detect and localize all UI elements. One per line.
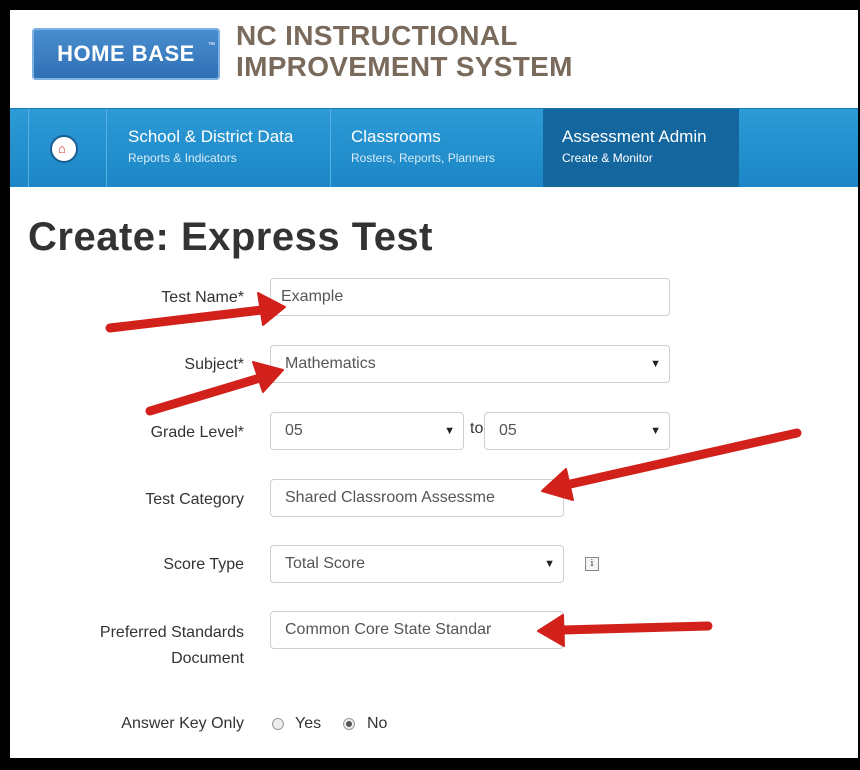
home-icon: ⌂ bbox=[58, 141, 66, 156]
nav-item-title: School & District Data bbox=[128, 127, 294, 146]
nav-item-title: Classrooms bbox=[351, 127, 441, 146]
page-title: Create: Express Test bbox=[28, 215, 433, 259]
standards-document-field[interactable]: Common Core State Standar bbox=[270, 611, 564, 649]
system-title: NC INSTRUCTIONAL IMPROVEMENT SYSTEM bbox=[236, 20, 573, 82]
subject-label: Subject* bbox=[184, 356, 244, 373]
test-name-input[interactable]: Example bbox=[270, 278, 670, 316]
score-type-value: Total Score bbox=[285, 555, 366, 572]
nav-item-classrooms[interactable]: Classrooms Rosters, Reports, Planners bbox=[351, 127, 495, 166]
system-title-line2: IMPROVEMENT SYSTEM bbox=[236, 51, 573, 82]
nav-item-subtitle: Rosters, Reports, Planners bbox=[351, 151, 496, 165]
dropdown-caret-icon: ▼ bbox=[544, 558, 555, 570]
subject-value: Mathematics bbox=[285, 355, 376, 372]
grade-to-value: 05 bbox=[499, 422, 517, 439]
nav-item-subtitle: Create & Monitor bbox=[562, 151, 653, 165]
grade-from-value: 05 bbox=[285, 422, 303, 439]
test-category-label: Test Category bbox=[145, 491, 244, 508]
grade-level-to-select[interactable]: 05 ▼ bbox=[484, 412, 670, 450]
logo-trademark: ™ bbox=[208, 42, 215, 49]
brand-header: HOME BASE ™ NC INSTRUCTIONAL IMPROVEMENT… bbox=[10, 10, 858, 108]
score-type-select[interactable]: Total Score ▼ bbox=[270, 545, 564, 583]
system-title-line1: NC INSTRUCTIONAL bbox=[236, 20, 518, 51]
subject-select[interactable]: Mathematics ▼ bbox=[270, 345, 670, 383]
grade-range-to-label: to bbox=[470, 420, 484, 437]
nav-item-school-district-data[interactable]: School & District Data Reports & Indicat… bbox=[128, 127, 293, 166]
grade-level-from-select[interactable]: 05 ▼ bbox=[270, 412, 464, 450]
standards-label-line1: Preferred Standards bbox=[99, 624, 244, 641]
test-name-label: Test Name* bbox=[161, 289, 244, 306]
main-nav: ⌂ School & District Data Reports & Indic… bbox=[10, 108, 858, 187]
nav-divider bbox=[28, 109, 29, 187]
dropdown-caret-icon: ▼ bbox=[650, 425, 661, 437]
answer-key-yes-label[interactable]: Yes bbox=[295, 715, 321, 733]
nav-divider bbox=[330, 109, 331, 187]
home-base-logo[interactable]: HOME BASE ™ bbox=[32, 28, 220, 80]
app-window: HOME BASE ™ NC INSTRUCTIONAL IMPROVEMENT… bbox=[10, 10, 858, 758]
answer-key-yes-radio[interactable] bbox=[272, 718, 284, 730]
standards-label-line2: Document bbox=[171, 650, 244, 667]
answer-key-no-label[interactable]: No bbox=[367, 715, 387, 733]
dropdown-caret-icon: ▼ bbox=[650, 358, 661, 370]
answer-key-only-label: Answer Key Only bbox=[121, 715, 244, 732]
info-icon[interactable]: i bbox=[585, 557, 599, 571]
nav-divider bbox=[106, 109, 107, 187]
grade-level-label: Grade Level* bbox=[150, 424, 244, 441]
score-type-label: Score Type bbox=[163, 556, 244, 573]
dropdown-caret-icon: ▼ bbox=[444, 425, 455, 437]
nav-item-subtitle: Reports & Indicators bbox=[128, 151, 237, 165]
home-button[interactable]: ⌂ bbox=[50, 135, 78, 163]
answer-key-no-radio[interactable] bbox=[343, 718, 355, 730]
logo-text: HOME BASE bbox=[57, 41, 195, 66]
nav-item-title: Assessment Admin bbox=[562, 127, 707, 146]
test-category-field[interactable]: Shared Classroom Assessme bbox=[270, 479, 564, 517]
nav-item-assessment-admin[interactable]: Assessment Admin Create & Monitor bbox=[562, 127, 707, 166]
